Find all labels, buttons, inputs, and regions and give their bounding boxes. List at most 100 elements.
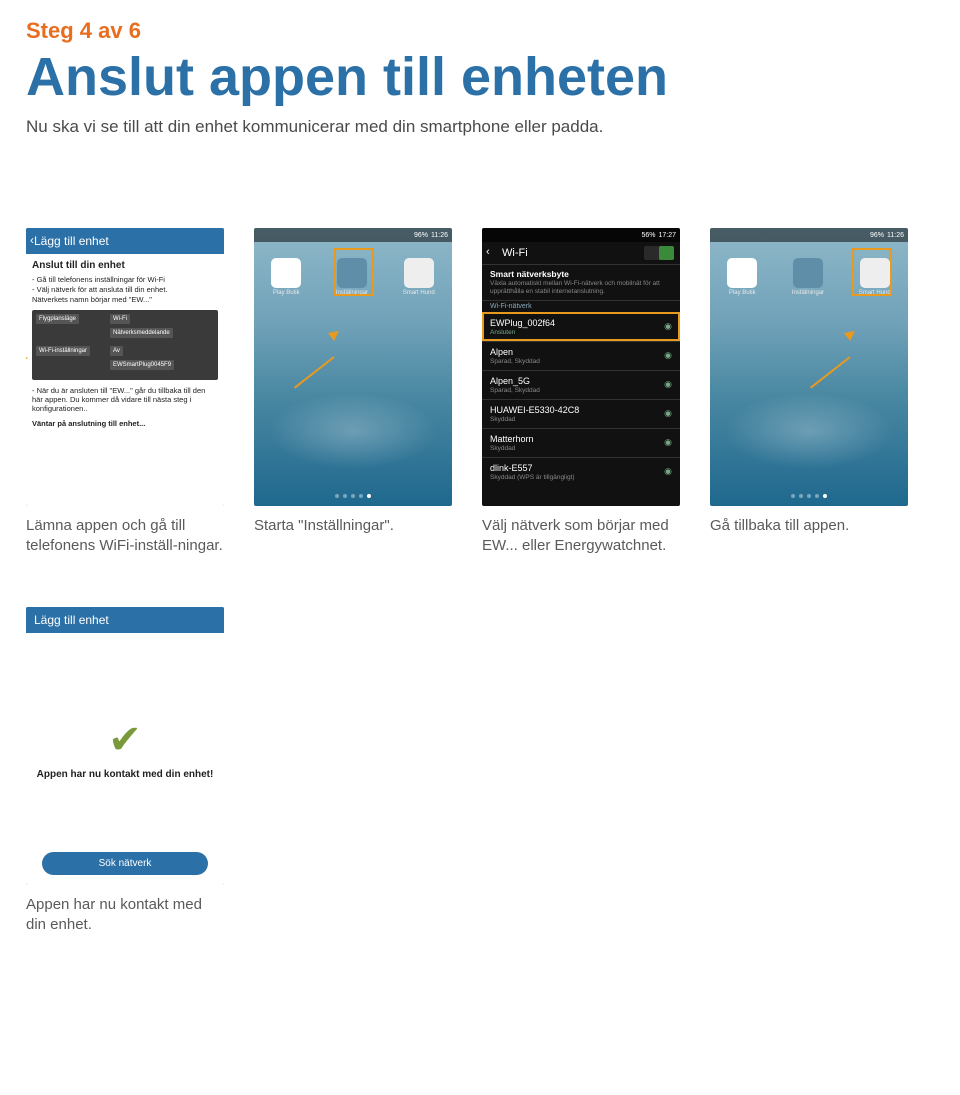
page-title: Anslut appen till enheten bbox=[26, 46, 934, 108]
clock: 11:26 bbox=[431, 232, 448, 239]
battery-icon: 96% bbox=[414, 232, 428, 239]
inset-settings: Flygplansläge Wi-Fi Nätverksmeddelande W… bbox=[32, 310, 218, 380]
section-label: Wi-Fi-nätverk bbox=[482, 300, 680, 312]
wallpaper-water bbox=[710, 386, 908, 476]
app-label: Smart Hund bbox=[403, 290, 435, 296]
col-3: 56% 17:27 ‹ Wi-Fi Smart nätverksbyte Väx… bbox=[482, 228, 680, 557]
wifi-network[interactable]: EWPlug_002f64Ansluten◉ bbox=[482, 312, 680, 341]
net-desc: Skyddad bbox=[490, 445, 672, 452]
bullet-2: - Välj nätverk för att ansluta till din … bbox=[32, 285, 218, 294]
wifi-network[interactable]: AlpenSparad, Skyddad◉ bbox=[482, 341, 680, 370]
screenshot-row-1: ‹ Lägg till enhet Anslut till din enhet … bbox=[26, 228, 934, 557]
app-smart[interactable]: Smart Hund bbox=[403, 258, 435, 296]
net-desc: Skyddad (WPS är tillgängligt) bbox=[490, 474, 672, 481]
bullet-1: - Gå till telefonens inställningar för W… bbox=[32, 275, 218, 284]
app-play[interactable]: Play Butik bbox=[727, 258, 757, 296]
screenshot-2: 96% 11:26 Play Butik Inställningar Smart… bbox=[254, 228, 452, 506]
back-icon[interactable]: ‹ bbox=[486, 246, 490, 258]
wifi-network[interactable]: dlink-E557Skyddad (WPS är tillgängligt)◉ bbox=[482, 457, 680, 486]
status-bar: 56% 17:27 bbox=[482, 228, 680, 242]
app-label: Inställningar bbox=[792, 290, 824, 296]
smart-switch[interactable]: Smart nätverksbyte Växla automatiskt mel… bbox=[482, 264, 680, 300]
net-desc: Skyddad bbox=[490, 416, 672, 423]
screenshot-4: 96% 11:26 Play Butik Inställningar Smart… bbox=[710, 228, 908, 506]
back-icon[interactable]: ‹ bbox=[30, 233, 34, 247]
app-header: Lägg till enhet bbox=[26, 607, 224, 633]
screenshot-row-2: Lägg till enhet ✔ Appen har nu kontakt m… bbox=[26, 607, 934, 936]
header-title: Wi-Fi bbox=[502, 247, 528, 259]
inset-label: Wi-Fi-inställningar bbox=[36, 346, 90, 356]
app-header: ‹ Lägg till enhet bbox=[26, 228, 224, 254]
wifi-network[interactable]: MatterhornSkyddad◉ bbox=[482, 428, 680, 457]
col-2: 96% 11:26 Play Butik Inställningar Smart… bbox=[254, 228, 452, 557]
wifi-icon: ◉ bbox=[664, 466, 672, 477]
caption-1: Lämna appen och gå till telefonens WiFi-… bbox=[26, 516, 224, 557]
screenshot-5: Lägg till enhet ✔ Appen har nu kontakt m… bbox=[26, 607, 224, 885]
col-1: ‹ Lägg till enhet Anslut till din enhet … bbox=[26, 228, 224, 557]
instruction-text: - När du är ansluten till "EW..." går du… bbox=[32, 386, 218, 413]
wifi-icon: ◉ bbox=[664, 408, 672, 419]
net-desc: Sparad, Skyddad bbox=[490, 387, 672, 394]
header-title: Lägg till enhet bbox=[34, 234, 109, 248]
bullet-3: Nätverkets namn börjar med "EW..." bbox=[32, 295, 218, 304]
highlight-arrow-icon bbox=[26, 350, 32, 360]
col-5: Lägg till enhet ✔ Appen har nu kontakt m… bbox=[26, 607, 224, 936]
net-name: HUAWEI-E5330-42C8 bbox=[490, 405, 672, 415]
status-bar: 96% 11:26 bbox=[710, 228, 908, 242]
net-desc: Sparad, Skyddad bbox=[490, 358, 672, 365]
inset-label: Wi-Fi bbox=[110, 314, 130, 324]
header-title: Lägg till enhet bbox=[34, 613, 109, 627]
highlight-box bbox=[852, 248, 892, 296]
status-bar: 96% 11:26 bbox=[254, 228, 452, 242]
instruction-panel: Anslut till din enhet - Gå till telefone… bbox=[26, 254, 224, 506]
battery-icon: 56% bbox=[641, 232, 655, 239]
wifi-header: ‹ Wi-Fi bbox=[482, 242, 680, 264]
pager-dots bbox=[254, 494, 452, 498]
clock: 11:26 bbox=[887, 232, 904, 239]
inset-label: EWSmartPlug0045F9 bbox=[110, 360, 174, 370]
inset-label: Av bbox=[110, 346, 123, 356]
check-icon: ✔ bbox=[108, 717, 142, 763]
wifi-icon: ◉ bbox=[664, 350, 672, 361]
highlight-arrow-icon bbox=[284, 348, 344, 366]
search-network-button[interactable]: Sök nätverk bbox=[42, 852, 208, 875]
caption-5: Appen har nu kontakt med din enhet. bbox=[26, 895, 224, 936]
bullet-list: - Gå till telefonens inställningar för W… bbox=[32, 275, 218, 304]
caption-4: Gå tillbaka till appen. bbox=[710, 516, 908, 536]
switch-title: Smart nätverksbyte bbox=[490, 269, 672, 279]
inset-label: Nätverksmeddelande bbox=[110, 328, 173, 338]
switch-desc: Växla automatiskt mellan Wi-Fi-nätverk o… bbox=[490, 280, 672, 296]
screenshot-1: ‹ Lägg till enhet Anslut till din enhet … bbox=[26, 228, 224, 506]
app-label: Play Butik bbox=[729, 290, 756, 296]
app-settings[interactable]: Inställningar bbox=[792, 258, 824, 296]
net-name: Matterhorn bbox=[490, 434, 672, 444]
net-name: Alpen bbox=[490, 347, 672, 357]
panel-title: Anslut till din enhet bbox=[32, 260, 218, 271]
col-4: 96% 11:26 Play Butik Inställningar Smart… bbox=[710, 228, 908, 557]
confirm-panel: ✔ Appen har nu kontakt med din enhet! Sö… bbox=[26, 633, 224, 885]
wifi-network[interactable]: HUAWEI-E5330-42C8Skyddad◉ bbox=[482, 399, 680, 428]
highlight-box bbox=[334, 248, 374, 296]
wifi-network[interactable]: Alpen_5GSparad, Skyddad◉ bbox=[482, 370, 680, 399]
clock: 17:27 bbox=[658, 232, 676, 239]
pager-dots bbox=[710, 494, 908, 498]
highlight-arrow-icon bbox=[800, 348, 860, 366]
step-label: Steg 4 av 6 bbox=[26, 18, 934, 44]
wifi-icon: ◉ bbox=[664, 379, 672, 390]
inset-label: Flygplansläge bbox=[36, 314, 79, 324]
wifi-toggle[interactable] bbox=[644, 246, 674, 260]
wifi-icon: ◉ bbox=[664, 321, 672, 332]
app-play[interactable]: Play Butik bbox=[271, 258, 301, 296]
intro-text: Nu ska vi se till att din enhet kommunic… bbox=[26, 116, 934, 138]
net-name: Alpen_5G bbox=[490, 376, 672, 386]
net-name: EWPlug_002f64 bbox=[490, 318, 672, 328]
caption-2: Starta "Inställningar". bbox=[254, 516, 452, 536]
caption-3: Välj nätverk som börjar med EW... eller … bbox=[482, 516, 680, 557]
wallpaper-water bbox=[254, 386, 452, 476]
confirm-message: Appen har nu kontakt med din enhet! bbox=[27, 769, 224, 780]
screenshot-3: 56% 17:27 ‹ Wi-Fi Smart nätverksbyte Väx… bbox=[482, 228, 680, 506]
net-desc: Ansluten bbox=[490, 329, 672, 336]
app-label: Play Butik bbox=[273, 290, 300, 296]
battery-icon: 96% bbox=[870, 232, 884, 239]
wifi-icon: ◉ bbox=[664, 437, 672, 448]
